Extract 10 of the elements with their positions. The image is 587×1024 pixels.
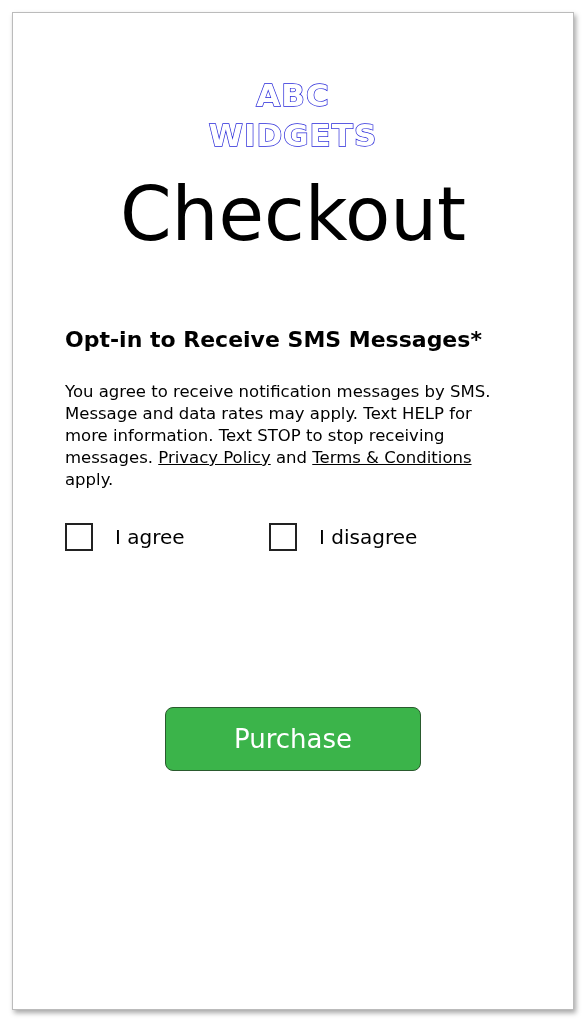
logo: ABC WIDGETS [208, 76, 378, 155]
checkbox-label: I agree [115, 525, 185, 549]
checkbox[interactable] [65, 523, 93, 551]
consent-paragraph: You agree to receive notification messages by SMS. Message and data rates may apply. Text HELP for more information. Text STOP to stop receiving messages. Privacy Policy and Terms & Conditions apply. [65, 381, 492, 491]
section-heading: Opt-in to Receive SMS Messages* [65, 326, 483, 354]
policy-link[interactable]: Terms & Conditions [312, 448, 472, 467]
page-title: Checkout [119, 170, 467, 259]
checkbox[interactable] [269, 523, 297, 551]
checkbox-label: I disagree [319, 525, 418, 549]
policy-link[interactable]: Privacy Policy [158, 448, 271, 467]
